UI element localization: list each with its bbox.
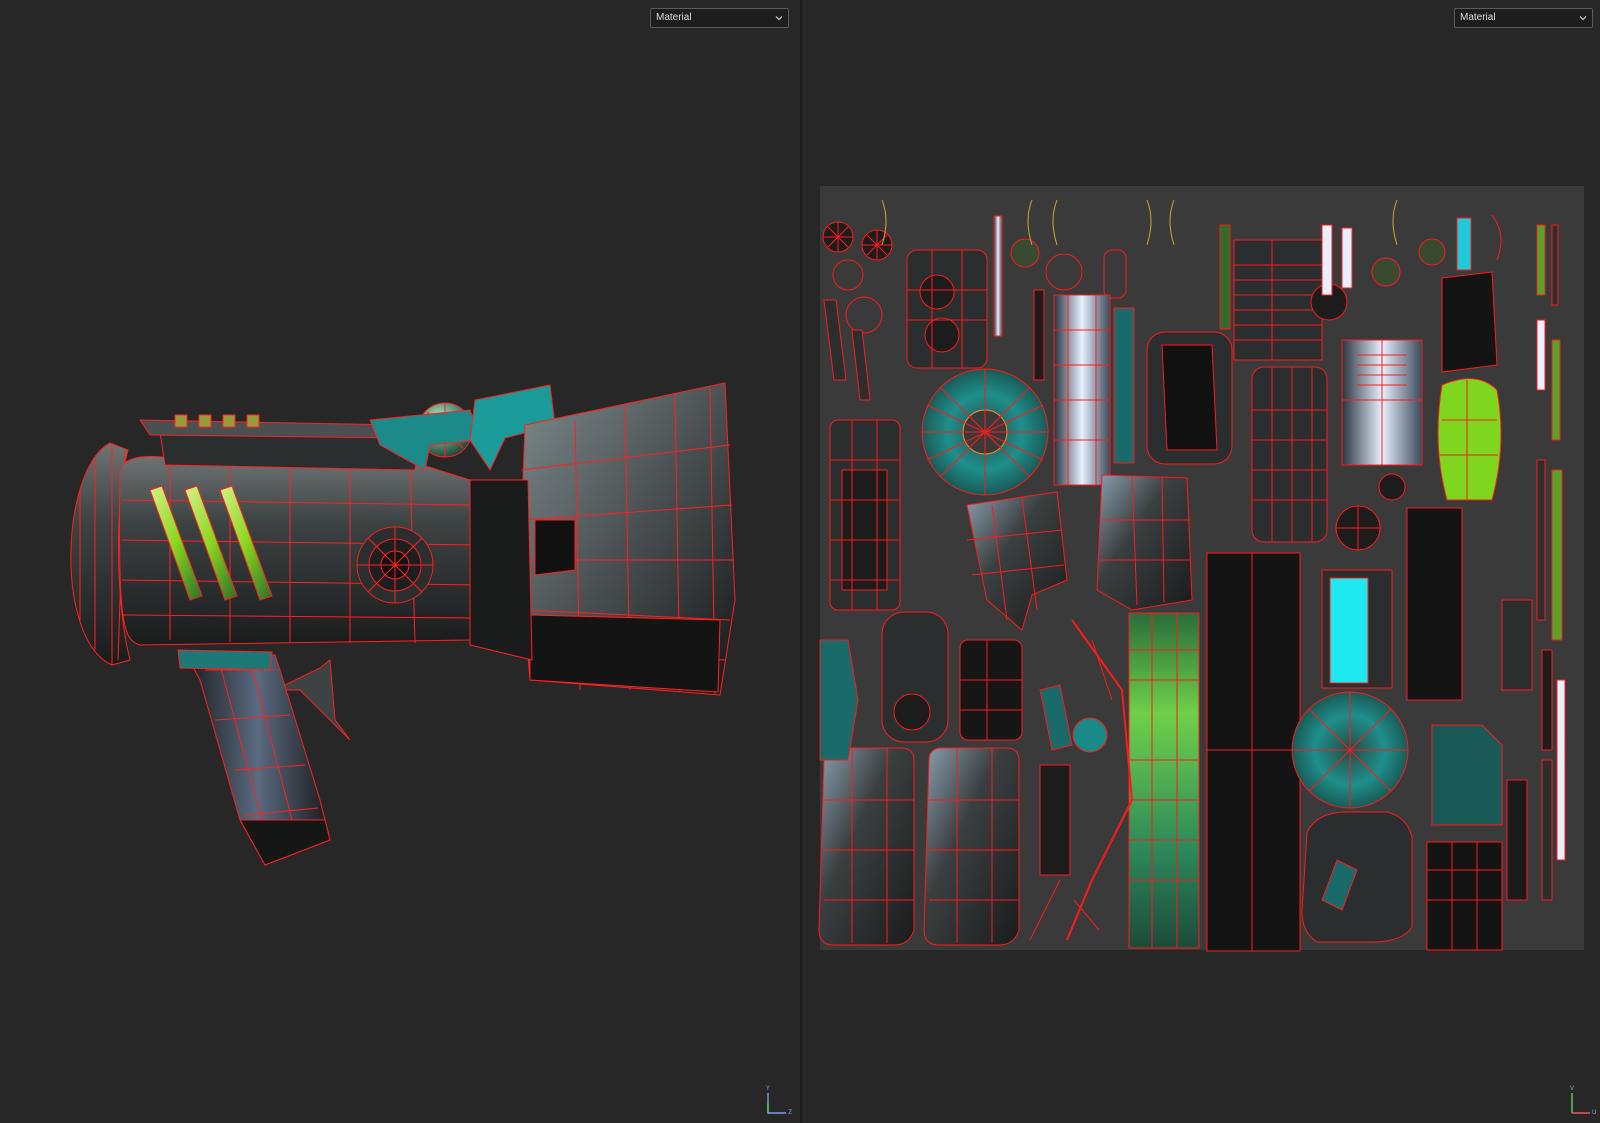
material-select[interactable]: Material (1454, 8, 1593, 28)
material-select[interactable]: Material (650, 8, 789, 28)
chevron-down-icon (1579, 16, 1587, 21)
viewport-3d[interactable]: Material Y Z (0, 0, 800, 1123)
axis-gizmo: V U (1568, 1085, 1597, 1117)
uv-layout-canvas[interactable] (802, 0, 1600, 1123)
blaster-model-wireframe[interactable] (0, 0, 800, 1123)
axis-up-label: Y (766, 1085, 770, 1092)
axis-gizmo: Y Z (764, 1085, 793, 1117)
axis-side-label: U (1592, 1109, 1597, 1116)
chevron-down-icon (775, 16, 783, 21)
axis-up-label: V (1570, 1085, 1575, 1092)
viewport-uv[interactable]: Material V U (802, 0, 1600, 1123)
material-select-value: Material (656, 12, 692, 23)
material-select-value: Material (1460, 12, 1496, 23)
axis-side-label: Z (788, 1109, 793, 1116)
